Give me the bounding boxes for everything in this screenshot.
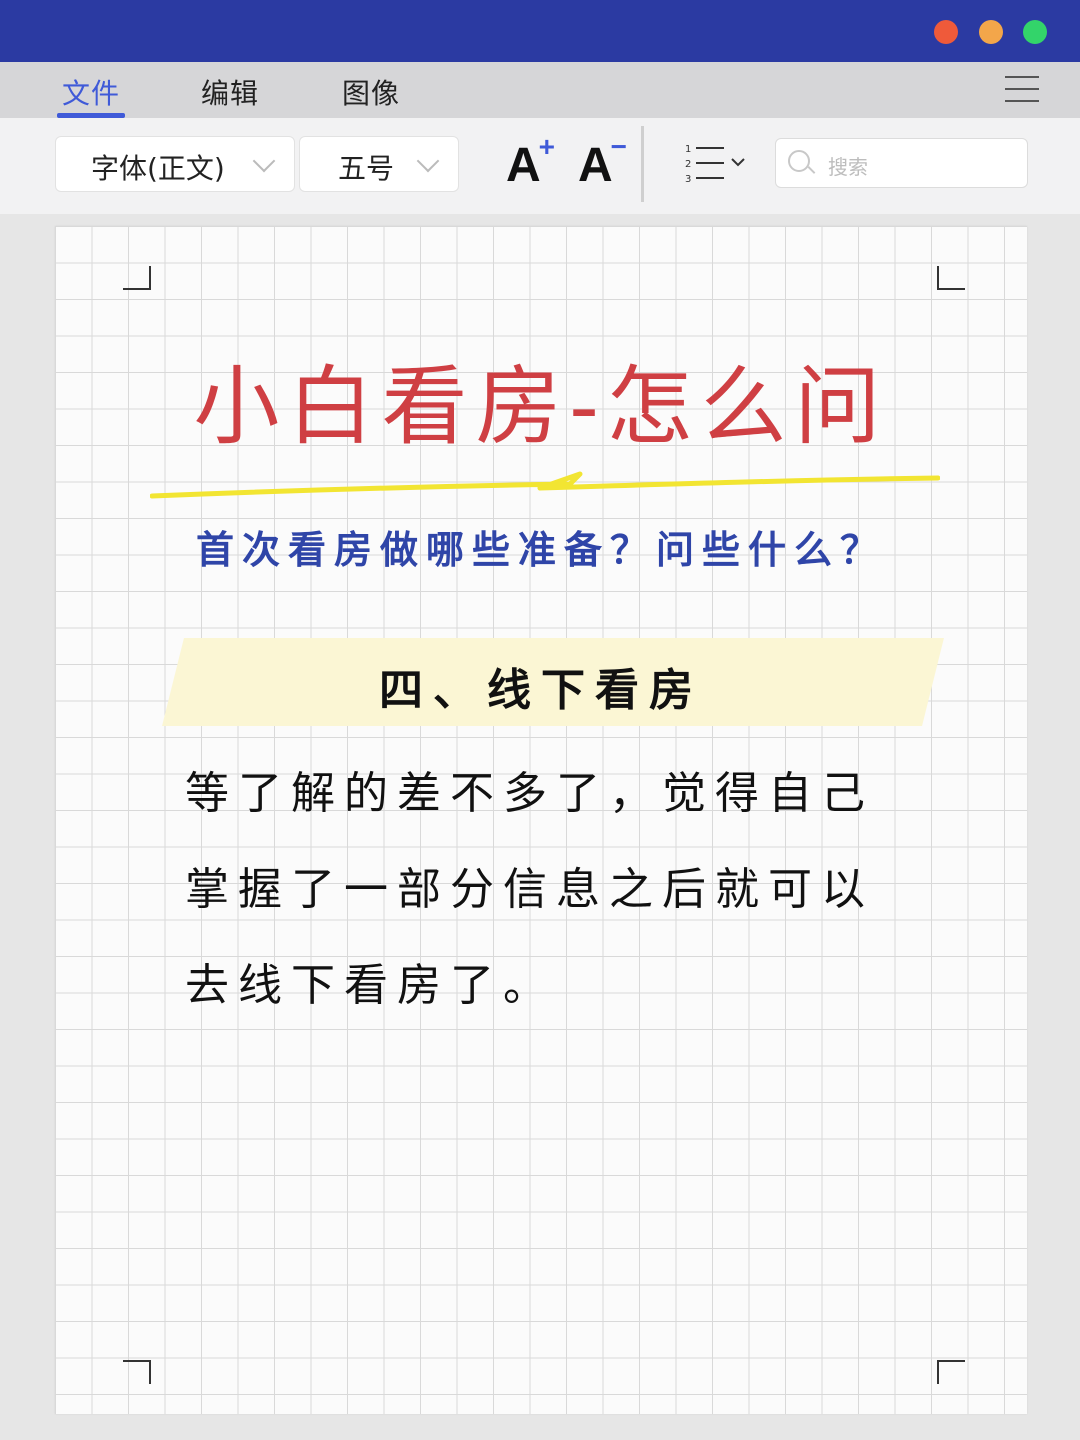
minimize-window-button[interactable] [979, 20, 1003, 44]
increase-font-size-button[interactable]: A+ [506, 131, 555, 193]
search-field[interactable]: 搜索 [775, 138, 1028, 188]
search-placeholder: 搜索 [828, 155, 868, 179]
margin-corner-top-left [123, 266, 151, 290]
margin-corner-top-right [937, 266, 965, 290]
body-paragraph: 等了解的差不多了，觉得自己掌握了一部分信息之后就可以去线下看房了。 [185, 768, 874, 1011]
window-titlebar [0, 0, 1080, 62]
font-family-dropdown[interactable]: 字体(正文) [55, 136, 295, 192]
hamburger-icon[interactable] [1005, 76, 1039, 106]
decrease-font-label: A [578, 139, 613, 192]
menu-file[interactable]: 文件 [62, 72, 120, 112]
menu-bar: 文件 编辑 图像 [0, 62, 1080, 118]
chevron-down-icon [252, 149, 276, 173]
search-icon [788, 150, 810, 172]
font-family-value: 字体(正文) [91, 152, 225, 185]
menu-image[interactable]: 图像 [342, 72, 400, 112]
decrease-font-size-button[interactable]: A− [578, 131, 627, 193]
section-heading: 四、线下看房 [379, 665, 703, 716]
menu-edit[interactable]: 编辑 [201, 72, 259, 112]
minus-icon: − [610, 131, 628, 162]
margin-corner-bottom-right [937, 1360, 965, 1384]
svg-text:1: 1 [685, 144, 691, 155]
plus-icon: + [538, 131, 556, 162]
title-underline-decoration [150, 471, 940, 499]
font-size-value: 五号 [338, 152, 395, 185]
svg-text:3: 3 [685, 174, 691, 185]
toolbar-divider [641, 126, 644, 202]
document-page[interactable]: 小白看房-怎么问 首次看房做哪些准备？问些什么？ 四、线下看房 等了解的差不多了… [55, 226, 1027, 1414]
svg-text:2: 2 [685, 159, 691, 170]
document-subtitle: 首次看房做哪些准备？问些什么？ [195, 527, 886, 572]
zoom-window-button[interactable] [1023, 20, 1047, 44]
numbered-list-icon[interactable]: 1 2 3 [684, 142, 750, 186]
font-size-dropdown[interactable]: 五号 [299, 136, 459, 192]
margin-corner-bottom-left [123, 1360, 151, 1384]
chevron-down-icon [416, 149, 440, 173]
close-window-button[interactable] [934, 20, 958, 44]
formatting-toolbar: 字体(正文) 五号 A+ A− 1 2 3 搜索 [0, 118, 1080, 214]
document-title: 小白看房-怎么问 [193, 357, 889, 457]
increase-font-label: A [506, 139, 541, 192]
